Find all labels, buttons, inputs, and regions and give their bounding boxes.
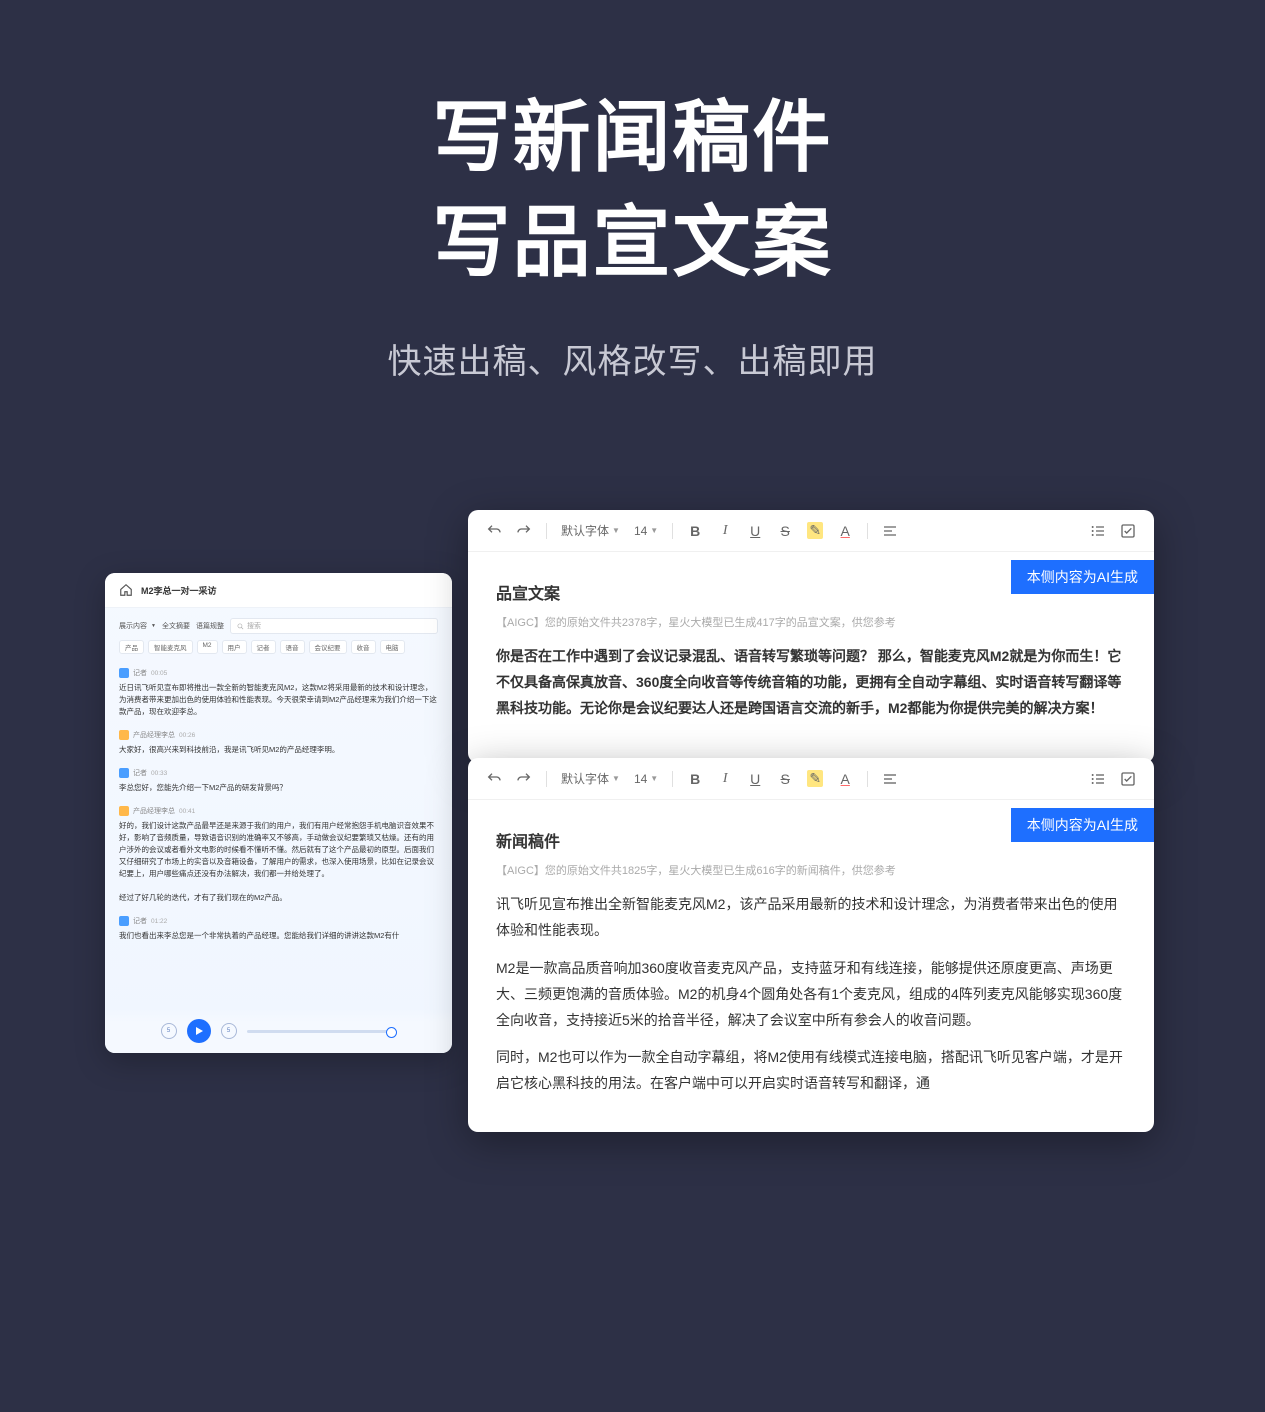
tab-refine[interactable]: 语篇规整 <box>196 621 224 631</box>
strikethrough-button[interactable]: S <box>777 523 793 539</box>
highlight-button[interactable]: ✎ <box>807 771 823 787</box>
align-button[interactable] <box>882 523 898 539</box>
ai-panel-news: 默认字体▼ 14▼ B I U S ✎ A 本侧内容为AI生成 新闻稿件 【AI… <box>468 758 1154 1132</box>
checklist-button[interactable] <box>1120 771 1136 787</box>
message-text: 经过了好几轮的迭代，才有了我们现在的M2产品。 <box>119 892 438 904</box>
avatar <box>119 768 129 778</box>
underline-button[interactable]: U <box>747 771 763 787</box>
tag[interactable]: 记者 <box>251 640 276 654</box>
message: 产品经理李总00:26 大家好，很高兴来到科技前沿，我是讯飞听见M2的产品经理李… <box>105 724 452 762</box>
avatar <box>119 916 129 926</box>
tag[interactable]: 智能麦克风 <box>148 640 193 654</box>
undo-icon[interactable] <box>486 523 502 539</box>
message: 记者00:05 近日讯飞听见宣布即将推出一款全新的智能麦克风M2，这款M2将采用… <box>105 662 452 724</box>
avatar <box>119 806 129 816</box>
list-button[interactable] <box>1090 771 1106 787</box>
editor-toolbar: 默认字体▼ 14▼ B I U S ✎ A <box>468 510 1154 552</box>
tag[interactable]: 会议纪要 <box>309 640 347 654</box>
ai-badge: 本侧内容为AI生成 <box>1011 808 1154 842</box>
font-select[interactable]: 默认字体▼ <box>561 522 620 539</box>
avatar <box>119 730 129 740</box>
play-button[interactable] <box>187 1019 211 1043</box>
tag[interactable]: 产品 <box>119 640 144 654</box>
redo-icon[interactable] <box>516 523 532 539</box>
forward-button[interactable]: 5 <box>221 1023 237 1039</box>
message-text: 好的，我们设计这款产品最早还是来源于我们的用户，我们有用户经常抱怨手机电脑识音效… <box>119 820 438 880</box>
output-meta: 【AIGC】您的原始文件共2378字，星火大模型已生成417字的品宣文案，供您参… <box>496 614 1126 630</box>
bold-button[interactable]: B <box>687 523 703 539</box>
output-body: 你是否在工作中遇到了会议记录混乱、语音转写繁琐等问题？ 那么，智能麦克风M2就是… <box>496 644 1126 722</box>
rewind-button[interactable]: 5 <box>161 1023 177 1039</box>
message-text: 近日讯飞听见宣布即将推出一款全新的智能麦克风M2，这款M2将采用最新的技术和设计… <box>119 682 438 718</box>
highlight-button[interactable]: ✎ <box>807 523 823 539</box>
home-icon[interactable] <box>119 583 133 597</box>
list-button[interactable] <box>1090 523 1106 539</box>
progress-bar[interactable] <box>247 1030 397 1033</box>
paragraph: 你是否在工作中遇到了会议记录混乱、语音转写繁琐等问题？ 那么，智能麦克风M2就是… <box>496 644 1126 722</box>
paragraph: 同时，M2也可以作为一款全自动字幕组，将M2使用有线模式连接电脑，搭配讯飞听见客… <box>496 1045 1126 1097</box>
tag[interactable]: 用户 <box>222 640 247 654</box>
size-select[interactable]: 14▼ <box>634 524 658 538</box>
message-text: 我们也看出来李总您是一个非常执着的产品经理。您能给我们详细的讲讲这款M2有什 <box>119 930 438 942</box>
output-body: 讯飞听见宣布推出全新智能麦克风M2，该产品采用最新的技术和设计理念，为消费者带来… <box>496 892 1126 1097</box>
italic-button[interactable]: I <box>717 771 733 787</box>
editor-toolbar: 默认字体▼ 14▼ B I U S ✎ A <box>468 758 1154 800</box>
avatar <box>119 668 129 678</box>
transcript-controls: 展示内容▼ 全文摘要 语篇规整 搜索 <box>105 608 452 640</box>
hero-title-2: 写品宣文案 <box>0 190 1265 295</box>
text-color-button[interactable]: A <box>837 523 853 539</box>
align-button[interactable] <box>882 771 898 787</box>
tag[interactable]: 语音 <box>280 640 305 654</box>
search-icon <box>237 623 244 630</box>
tab-summary[interactable]: 全文摘要 <box>162 621 190 631</box>
hero-section: 写新闻稿件 写品宣文案 快速出稿、风格改写、出稿即用 <box>0 0 1265 383</box>
hero-title-1: 写新闻稿件 <box>0 85 1265 190</box>
paragraph: M2是一款高品质音响加360度收音麦克风产品，支持蓝牙和有线连接，能够提供还原度… <box>496 956 1126 1034</box>
font-select[interactable]: 默认字体▼ <box>561 770 620 787</box>
transcript-header: M2李总一对一采访 <box>105 573 452 608</box>
message: 经过了好几轮的迭代，才有了我们现在的M2产品。 <box>105 886 452 910</box>
audio-controls: 5 5 <box>105 1009 452 1053</box>
size-select[interactable]: 14▼ <box>634 772 658 786</box>
tab-display[interactable]: 展示内容▼ <box>119 621 156 631</box>
message: 记者01:22 我们也看出来李总您是一个非常执着的产品经理。您能给我们详细的讲讲… <box>105 910 452 948</box>
tag[interactable]: 电脑 <box>380 640 405 654</box>
text-color-button[interactable]: A <box>837 771 853 787</box>
italic-button[interactable]: I <box>717 523 733 539</box>
checklist-button[interactable] <box>1120 523 1136 539</box>
message: 产品经理李总00:41 好的，我们设计这款产品最早还是来源于我们的用户，我们有用… <box>105 800 452 886</box>
output-meta: 【AIGC】您的原始文件共1825字，星火大模型已生成616字的新闻稿件，供您参… <box>496 862 1126 878</box>
message-text: 大家好，很高兴来到科技前沿，我是讯飞听见M2的产品经理李明。 <box>119 744 438 756</box>
strikethrough-button[interactable]: S <box>777 771 793 787</box>
undo-icon[interactable] <box>486 771 502 787</box>
underline-button[interactable]: U <box>747 523 763 539</box>
transcript-title: M2李总一对一采访 <box>141 584 217 597</box>
message: 记者00:33 李总您好，您能先介绍一下M2产品的研发背景吗？ <box>105 762 452 800</box>
transcript-panel: M2李总一对一采访 展示内容▼ 全文摘要 语篇规整 搜索 产品 智能麦克风 M2… <box>105 573 452 1053</box>
ai-badge: 本侧内容为AI生成 <box>1011 560 1154 594</box>
redo-icon[interactable] <box>516 771 532 787</box>
search-input[interactable]: 搜索 <box>230 618 438 634</box>
paragraph: 讯飞听见宣布推出全新智能麦克风M2，该产品采用最新的技术和设计理念，为消费者带来… <box>496 892 1126 944</box>
bold-button[interactable]: B <box>687 771 703 787</box>
hero-subtitle: 快速出稿、风格改写、出稿即用 <box>0 334 1265 383</box>
message-text: 李总您好，您能先介绍一下M2产品的研发背景吗？ <box>119 782 438 794</box>
tag[interactable]: M2 <box>197 640 218 654</box>
ai-panel-brand: 默认字体▼ 14▼ B I U S ✎ A 本侧内容为AI生成 品宣文案 【AI… <box>468 510 1154 763</box>
transcript-tags: 产品 智能麦克风 M2 用户 记者 语音 会议纪要 收音 电脑 <box>105 640 452 662</box>
tag[interactable]: 收音 <box>351 640 376 654</box>
